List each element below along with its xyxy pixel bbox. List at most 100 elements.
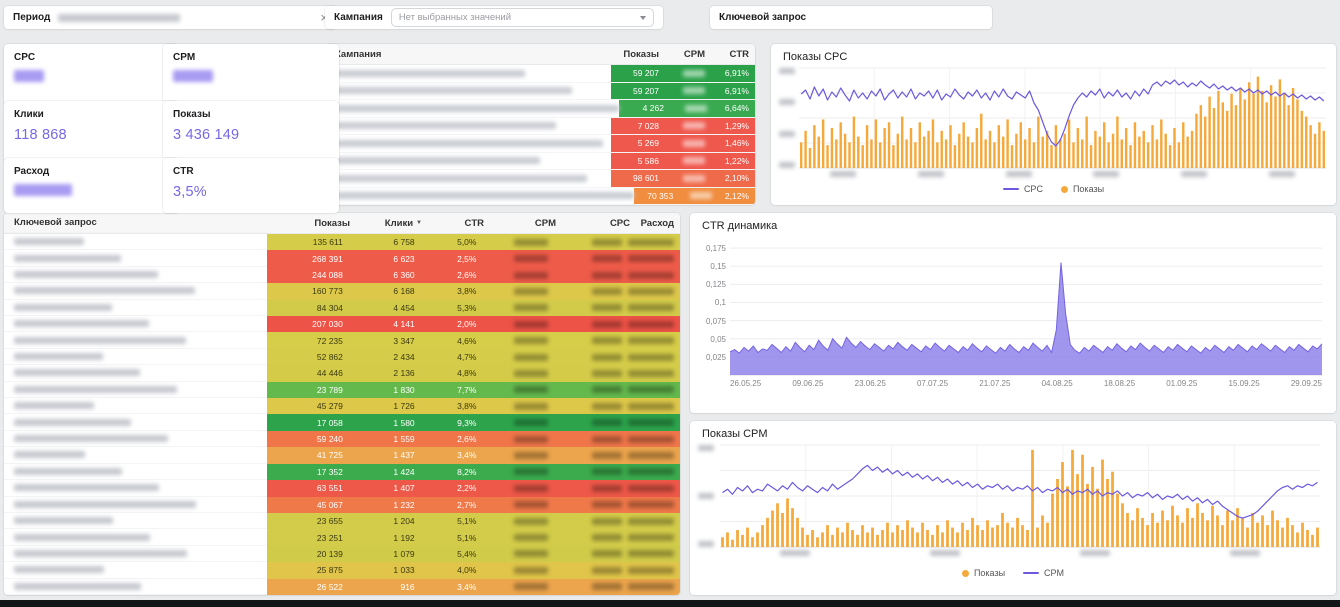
bar[interactable]	[996, 525, 999, 547]
bar[interactable]	[1001, 513, 1004, 547]
bar[interactable]	[1041, 515, 1044, 547]
keyword-table-row[interactable]: 17 3521 4248,2%	[4, 464, 680, 480]
bar[interactable]	[1226, 511, 1229, 547]
bar[interactable]	[1036, 528, 1039, 547]
line-series[interactable]	[723, 465, 1318, 518]
bar[interactable]	[906, 520, 909, 547]
bar[interactable]	[1200, 105, 1202, 168]
bar[interactable]	[1301, 523, 1304, 547]
bar[interactable]	[1091, 467, 1094, 547]
bar[interactable]	[791, 508, 794, 547]
bar[interactable]	[989, 131, 991, 168]
campaign-table-row[interactable]: 4 2626,64%	[325, 100, 755, 118]
bar[interactable]	[1112, 134, 1114, 168]
bar[interactable]	[1296, 532, 1299, 547]
bar[interactable]	[954, 145, 956, 168]
bar[interactable]	[1274, 97, 1276, 168]
bar[interactable]	[886, 523, 889, 547]
bar[interactable]	[976, 128, 978, 168]
bar[interactable]	[1156, 139, 1158, 168]
bar[interactable]	[836, 528, 839, 547]
bar[interactable]	[1291, 525, 1294, 547]
campaign-table-row[interactable]: 59 2076,91%	[325, 83, 755, 101]
bar[interactable]	[1217, 91, 1219, 168]
bar[interactable]	[1077, 128, 1079, 168]
bar[interactable]	[756, 532, 759, 547]
keyword-table-row[interactable]: 41 7251 4373,4%	[4, 447, 680, 463]
legend-item-Показы[interactable]: Показы	[962, 568, 1005, 578]
bar[interactable]	[941, 131, 943, 168]
bar[interactable]	[844, 134, 846, 168]
bar[interactable]	[831, 128, 833, 168]
campaign-table-row[interactable]: 5 2691,46%	[325, 135, 755, 153]
bar[interactable]	[1204, 117, 1206, 168]
bar[interactable]	[932, 119, 934, 168]
bar[interactable]	[861, 145, 863, 168]
bar[interactable]	[809, 148, 811, 168]
bar[interactable]	[1111, 472, 1114, 547]
bar[interactable]	[822, 119, 824, 168]
bar[interactable]	[1116, 494, 1119, 547]
bar[interactable]	[1191, 131, 1193, 168]
bar[interactable]	[1186, 137, 1188, 168]
column-header-ctr[interactable]: CTR	[428, 213, 490, 233]
column-header-keyword[interactable]: Ключевой запрос	[4, 213, 274, 233]
bar[interactable]	[1279, 79, 1281, 168]
bar[interactable]	[926, 530, 929, 547]
legend-item-Показы[interactable]: Показы	[1061, 184, 1104, 194]
keyword-table-row[interactable]: 207 0304 1412,0%	[4, 316, 680, 332]
bar[interactable]	[1235, 105, 1237, 168]
bar[interactable]	[1015, 134, 1017, 168]
keyword-table-row[interactable]: 84 3044 4545,3%	[4, 300, 680, 316]
bar[interactable]	[1301, 111, 1303, 168]
bar[interactable]	[1063, 134, 1065, 168]
bar[interactable]	[1129, 145, 1131, 168]
bar[interactable]	[980, 114, 982, 168]
bar[interactable]	[771, 511, 774, 547]
bar[interactable]	[726, 532, 729, 547]
bar[interactable]	[1141, 518, 1144, 547]
bar[interactable]	[1201, 513, 1204, 547]
bar[interactable]	[923, 137, 925, 168]
bar[interactable]	[921, 523, 924, 547]
bar[interactable]	[1138, 137, 1140, 168]
bar[interactable]	[1096, 489, 1099, 547]
bar[interactable]	[981, 530, 984, 547]
bar[interactable]	[856, 535, 859, 547]
keyword-table-row[interactable]: 268 3916 6232,5%	[4, 250, 680, 266]
bar[interactable]	[1276, 520, 1279, 547]
bar[interactable]	[1143, 131, 1145, 168]
bar[interactable]	[1151, 125, 1153, 168]
bar[interactable]	[1266, 525, 1269, 547]
bar[interactable]	[781, 513, 784, 547]
bar[interactable]	[1176, 515, 1179, 547]
bar[interactable]	[1246, 528, 1249, 547]
bar[interactable]	[816, 537, 819, 547]
bar[interactable]	[1252, 94, 1254, 168]
bar[interactable]	[919, 122, 921, 168]
bar[interactable]	[976, 525, 979, 547]
keyword-table-row[interactable]: 26 5229163,4%	[4, 579, 680, 595]
bar[interactable]	[1173, 128, 1175, 168]
bar[interactable]	[746, 528, 749, 547]
campaign-table-row[interactable]: 5 5861,22%	[325, 153, 755, 171]
bar[interactable]	[936, 525, 939, 547]
bar[interactable]	[1006, 523, 1009, 547]
bar[interactable]	[1031, 450, 1034, 547]
bar[interactable]	[1033, 142, 1035, 168]
bar[interactable]	[1261, 91, 1263, 168]
bar[interactable]	[1081, 139, 1083, 168]
bar[interactable]	[927, 131, 929, 168]
bar[interactable]	[1186, 508, 1189, 547]
bar[interactable]	[1121, 503, 1124, 547]
bar[interactable]	[1151, 513, 1154, 547]
bar[interactable]	[984, 139, 986, 168]
bar[interactable]	[881, 530, 884, 547]
bar[interactable]	[876, 535, 879, 547]
bar[interactable]	[986, 520, 989, 547]
bar[interactable]	[931, 535, 934, 547]
bar[interactable]	[1134, 122, 1136, 168]
bar[interactable]	[731, 540, 734, 547]
bar[interactable]	[1125, 128, 1127, 168]
bar[interactable]	[751, 537, 754, 547]
